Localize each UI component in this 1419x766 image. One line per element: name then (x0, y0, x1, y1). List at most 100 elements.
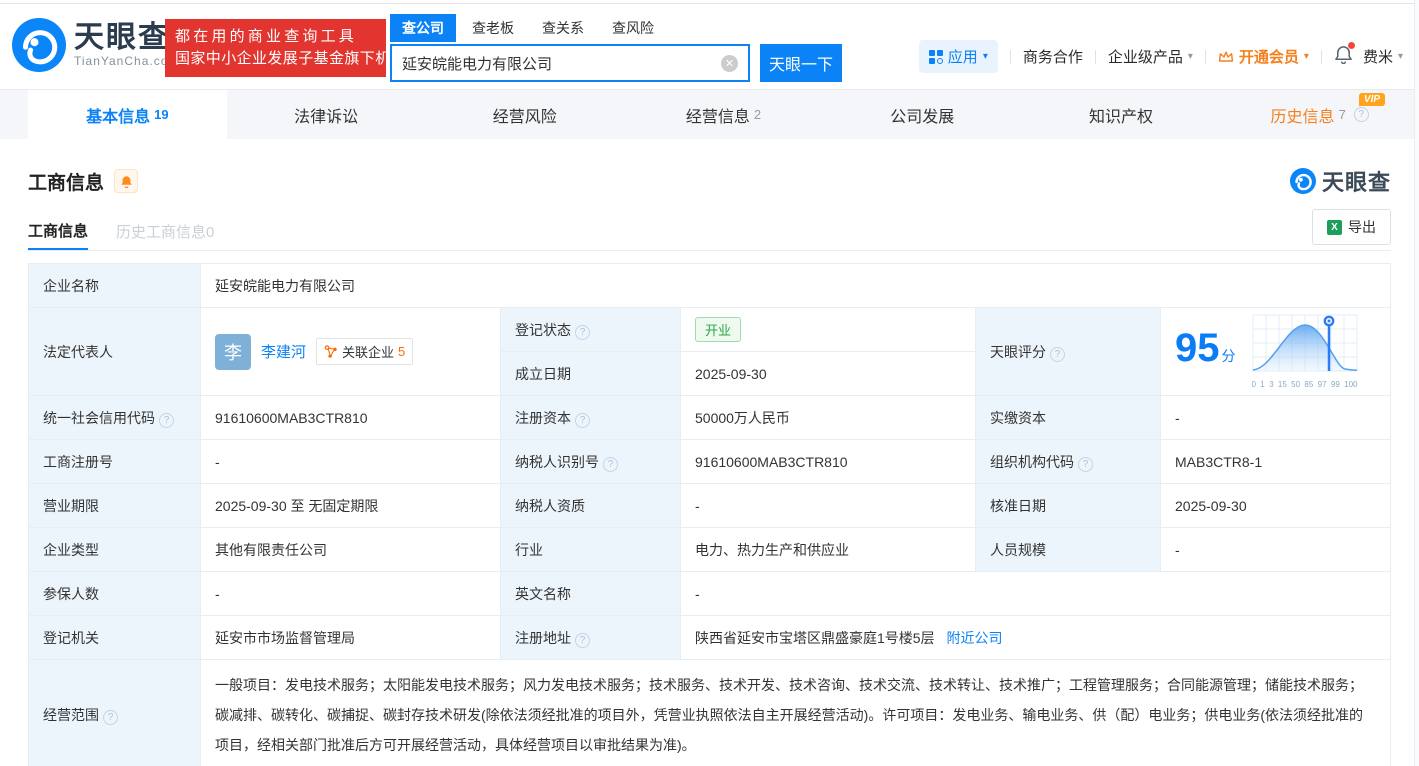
search-input-box (390, 44, 750, 82)
approval-date-label: 核准日期 (990, 497, 1046, 514)
tyc-score: 95 分 0 1 3 15 50 85 97 99 100 (1175, 314, 1376, 389)
nav-divider (1204, 49, 1206, 64)
nav-enterprise[interactable]: 企业级产品 ▾ (1108, 46, 1193, 67)
table-row: 法定代表人 李 李建河 关联企业 5 登记状态 开业 天眼评分 (28, 307, 1391, 396)
help-icon[interactable] (103, 710, 118, 725)
industry-label: 行业 (515, 541, 543, 558)
tianyancha-logo[interactable]: 天眼查 TianYanCha.com (12, 18, 179, 72)
search-tab-company[interactable]: 查公司 (390, 14, 456, 42)
help-icon[interactable] (1078, 456, 1093, 472)
paid-capital-label: 实缴资本 (990, 409, 1046, 426)
tab-company-development[interactable]: 公司发展 (823, 90, 1022, 139)
table-row: 经营范围 一般项目：发电技术服务；太阳能发电技术服务；风力发电技术服务；技术服务… (28, 659, 1391, 766)
legal-rep-label: 法定代表人 (43, 343, 113, 360)
search-tab-boss[interactable]: 查老板 (460, 14, 526, 42)
clear-search-icon[interactable] (721, 54, 738, 72)
notification-bell-icon[interactable] (1334, 42, 1355, 68)
subtab-business-info[interactable]: 工商信息 (28, 213, 89, 250)
nearby-companies-link[interactable]: 附近公司 (946, 630, 1002, 646)
help-icon[interactable] (1353, 107, 1369, 122)
insured-count-label: 参保人数 (43, 585, 99, 602)
excel-icon (1327, 219, 1342, 235)
taxpayer-id-value: 91610600MAB3CTR810 (695, 453, 848, 470)
related-label: 关联企业 (342, 345, 395, 360)
taxpayer-quality-value: - (695, 497, 700, 514)
tab-history-info[interactable]: VIP 历史信息 7 (1220, 90, 1419, 139)
tab-operation-risk[interactable]: 经营风险 (425, 90, 624, 139)
legal-rep-link[interactable]: 李建河 (261, 341, 306, 362)
tab-count: 7 (1338, 107, 1346, 122)
taxpayer-quality-label: 纳税人资质 (515, 497, 585, 514)
logo-name: 天眼查 (74, 21, 170, 54)
avatar[interactable]: 李 (215, 333, 251, 370)
score-number: 95 分 (1175, 325, 1236, 370)
tab-label: 公司发展 (890, 108, 955, 126)
chevron-down-icon: ▾ (982, 51, 988, 62)
tab-count: 19 (154, 107, 169, 122)
nav-cooperation[interactable]: 商务合作 (1023, 46, 1083, 67)
nav-apps[interactable]: 应用 ▾ (918, 40, 998, 73)
company-tab-bar: 基本信息 19 法律诉讼 经营风险 经营信息 2 公司发展 知识产权 VIP 历… (0, 89, 1419, 139)
crown-icon (1218, 50, 1234, 62)
table-row: 企业名称 延安皖能电力有限公司 (28, 263, 1391, 308)
insured-count-value: - (215, 585, 220, 602)
help-icon[interactable] (575, 412, 590, 428)
search-tab-relation[interactable]: 查关系 (530, 14, 596, 42)
logo-domain: TianYanCha.com (74, 54, 180, 68)
establish-date-label: 成立日期 (515, 365, 571, 382)
score-axis-labels: 013 15 50 85 97 99 100 (1251, 380, 1358, 389)
promo-line1: 都在用的商业查询工具 (175, 28, 358, 45)
search-button[interactable]: 天眼一下 (760, 44, 842, 82)
monitor-bell-icon[interactable] (114, 169, 139, 193)
tab-intellectual-property[interactable]: 知识产权 (1022, 90, 1221, 139)
help-icon[interactable] (575, 324, 590, 340)
reg-address-label: 注册地址 (515, 629, 571, 646)
tab-label: 基本信息 (86, 108, 151, 126)
subtab-history-business-info[interactable]: 历史工商信息0 (116, 213, 214, 250)
english-name-value: - (695, 585, 700, 602)
nav-user[interactable]: 费米 ▾ (1363, 46, 1403, 67)
search-input[interactable] (392, 54, 721, 72)
related-companies-badge[interactable]: 关联企业 5 (316, 338, 414, 365)
tab-basic-info[interactable]: 基本信息 19 (28, 90, 227, 139)
reg-number-label: 工商注册号 (43, 453, 113, 470)
nav-open-vip-label: 开通会员 (1238, 49, 1299, 66)
reg-authority-label: 登记机关 (43, 629, 99, 646)
header-nav: 应用 ▾ 商务合作 企业级产品 ▾ 开通会员 ▾ 费米 ▾ (918, 40, 1403, 73)
help-icon[interactable] (159, 412, 174, 428)
tab-label: 经营风险 (492, 108, 557, 126)
english-name-label: 英文名称 (515, 585, 571, 602)
nav-enterprise-label: 企业级产品 (1107, 49, 1183, 66)
section-title: 工商信息 (28, 172, 105, 194)
taxpayer-id-label: 纳税人识别号 (515, 453, 599, 470)
nav-open-vip[interactable]: 开通会员 ▾ (1218, 46, 1309, 67)
credit-code-value: 91610600MAB3CTR810 (215, 409, 368, 426)
scrollbar[interactable] (1414, 0, 1419, 766)
apps-grid-icon (928, 49, 943, 64)
nav-cooperation-label: 商务合作 (1022, 49, 1083, 66)
business-term-label: 营业期限 (43, 497, 99, 514)
tab-label: 经营信息 (685, 108, 750, 126)
nav-divider (1009, 49, 1011, 64)
help-icon[interactable] (1050, 346, 1065, 362)
watermark-text: 天眼查 (1321, 170, 1391, 195)
status-badge: 开业 (695, 317, 742, 342)
help-icon[interactable] (575, 632, 590, 648)
promo-line2: 国家中小企业发展子基金旗下机构 (175, 50, 407, 67)
help-icon[interactable] (603, 456, 618, 472)
paid-capital-value: - (1175, 409, 1180, 426)
company-type-label: 企业类型 (43, 541, 99, 558)
search-tab-risk[interactable]: 查风险 (600, 14, 666, 42)
business-info-section-header: 工商信息 天眼查 (28, 165, 1391, 197)
tab-count: 2 (753, 107, 762, 122)
table-row: 统一社会信用代码 91610600MAB3CTR810 注册资本 50000万人… (28, 395, 1391, 440)
approval-date-value: 2025-09-30 (1175, 497, 1247, 514)
tab-label: 法律诉讼 (294, 108, 359, 126)
tab-operation-info[interactable]: 经营信息 2 (624, 90, 823, 139)
table-row: 工商注册号 - 纳税人识别号 91610600MAB3CTR810 组织机构代码… (28, 439, 1391, 484)
credit-code-label: 统一社会信用代码 (43, 409, 155, 426)
tab-legal-litigation[interactable]: 法律诉讼 (227, 90, 426, 139)
export-button[interactable]: 导出 (1312, 209, 1391, 245)
notification-dot (1347, 42, 1355, 49)
table-row: 登记机关 延安市市场监督管理局 注册地址 陕西省延安市宝塔区鼎盛豪庭1号楼5层 … (28, 615, 1391, 660)
